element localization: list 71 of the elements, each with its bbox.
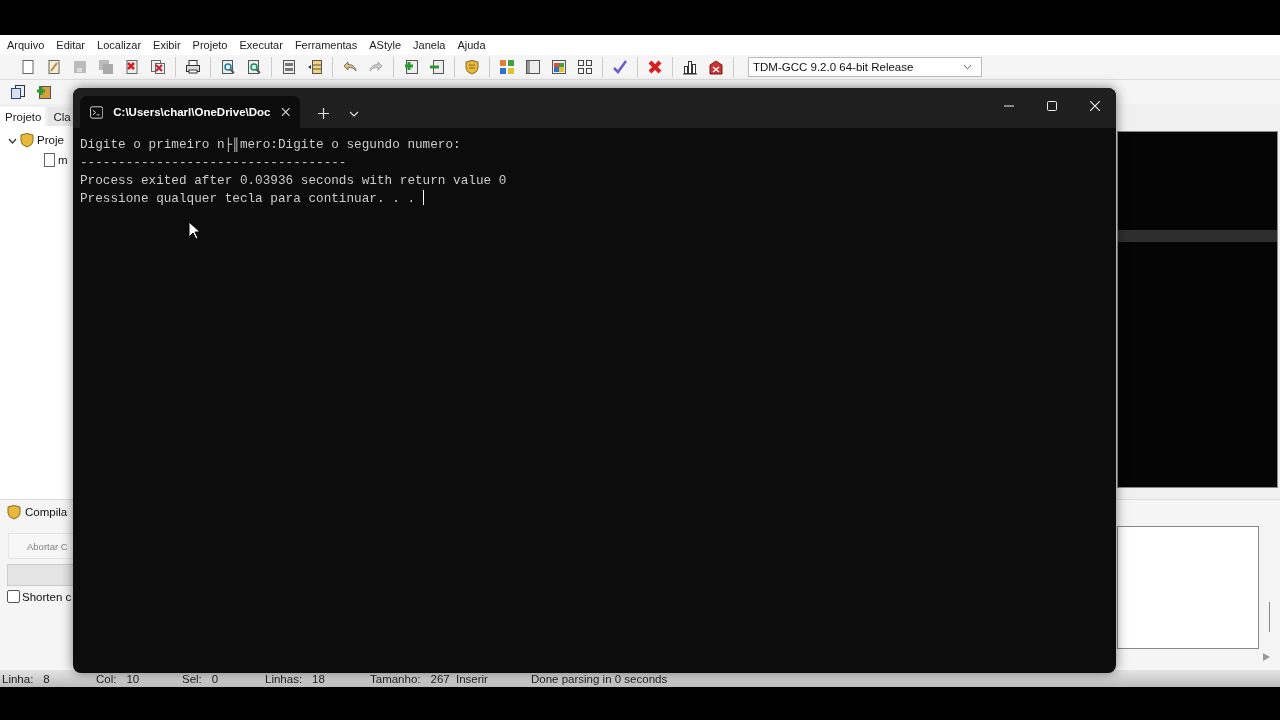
menu-item[interactable]: Exibir: [153, 39, 181, 51]
checkbox-label: Shorten c: [22, 590, 72, 603]
console-line: -----------------------------------: [80, 155, 347, 170]
shield-icon: [20, 132, 34, 148]
window-icon[interactable]: [525, 59, 541, 75]
status-label: Tamanho:: [370, 672, 421, 685]
document-icon: [44, 153, 55, 167]
scrollbar[interactable]: [1269, 602, 1270, 632]
panel-tab[interactable]: Cla: [48, 107, 71, 126]
close-document-icon[interactable]: [124, 59, 140, 75]
menu-item[interactable]: Janela: [413, 39, 446, 51]
copy-icon[interactable]: [10, 84, 26, 100]
menu-item[interactable]: Editar: [56, 39, 86, 51]
menu-item[interactable]: Localizar: [97, 39, 142, 51]
cross-icon[interactable]: [647, 59, 663, 75]
search-icon[interactable]: [220, 59, 236, 75]
status-mode: Inserir: [456, 672, 489, 685]
menu-item[interactable]: Arquivo: [7, 39, 45, 51]
scroll-right-icon[interactable]: [1263, 653, 1270, 661]
edit-document-icon[interactable]: [46, 59, 62, 75]
tree-item[interactable]: m: [58, 154, 68, 166]
unindent-icon[interactable]: [307, 59, 323, 75]
terminal-icon: [90, 105, 104, 119]
status-value: 267: [430, 672, 450, 685]
mouse-pointer-icon: [188, 221, 201, 240]
close-icon[interactable]: [1090, 101, 1100, 111]
status-label: Linhas:: [265, 672, 303, 685]
console-line: Digite o primeiro n├║mero:Digite o segundo numero:: [80, 137, 461, 152]
add-file-icon[interactable]: [403, 59, 419, 75]
tree-item[interactable]: Proje: [37, 134, 64, 146]
status-value: 8: [43, 672, 50, 685]
document-icon[interactable]: [20, 59, 36, 75]
terminal-tab[interactable]: C:\Users\charl\OneDrive\Doc: [80, 96, 300, 128]
printer-icon[interactable]: [185, 59, 201, 75]
bar-chart-icon[interactable]: [682, 59, 698, 75]
panel-tab[interactable]: Compila: [25, 506, 68, 518]
remove-file-icon[interactable]: [429, 59, 445, 75]
status-label: Sel:: [182, 672, 202, 685]
maximize-icon[interactable]: [1047, 101, 1057, 111]
status-value: 18: [312, 672, 325, 685]
checkmark-icon[interactable]: [612, 59, 628, 75]
checkbox[interactable]: [7, 590, 20, 603]
grid-icon[interactable]: [577, 59, 593, 75]
menu-item[interactable]: Executar: [239, 39, 283, 51]
chevron-down-icon[interactable]: [349, 111, 359, 117]
menu-item[interactable]: Ajuda: [457, 39, 486, 51]
colored-window-icon[interactable]: [551, 59, 567, 75]
status-label: Col:: [96, 672, 117, 685]
debug-icon[interactable]: [708, 59, 724, 75]
compiler-dropdown[interactable]: TDM-GCC 9.2.0 64-bit Release: [748, 57, 982, 77]
text-cursor: [422, 190, 424, 205]
plus-icon[interactable]: [318, 108, 329, 119]
chevron-down-icon: [963, 64, 972, 70]
add-folder-icon[interactable]: [36, 84, 52, 100]
console-line: Pressione qualquer tecla para continuar. . .: [80, 191, 416, 206]
close-all-icon[interactable]: [150, 59, 166, 75]
menu-item[interactable]: Ferramentas: [294, 39, 358, 51]
status-value: 0: [211, 672, 219, 685]
panel-tab[interactable]: Projeto: [0, 107, 46, 126]
shield-icon[interactable]: [464, 59, 480, 75]
console-line: Process exited after 0.03936 seconds with return value 0: [80, 173, 507, 188]
search-replace-icon[interactable]: [246, 59, 262, 75]
close-icon[interactable]: [280, 107, 290, 117]
menu-item[interactable]: Projeto: [192, 39, 228, 51]
menu-item[interactable]: AStyle: [369, 39, 402, 51]
status-message: Done parsing in 0 seconds: [531, 672, 669, 685]
status-label: Linha:: [2, 672, 34, 685]
indent-icon[interactable]: [281, 59, 297, 75]
colored-grid-icon[interactable]: [499, 59, 515, 75]
status-value: 10: [126, 672, 140, 685]
shield-icon: [7, 504, 21, 520]
